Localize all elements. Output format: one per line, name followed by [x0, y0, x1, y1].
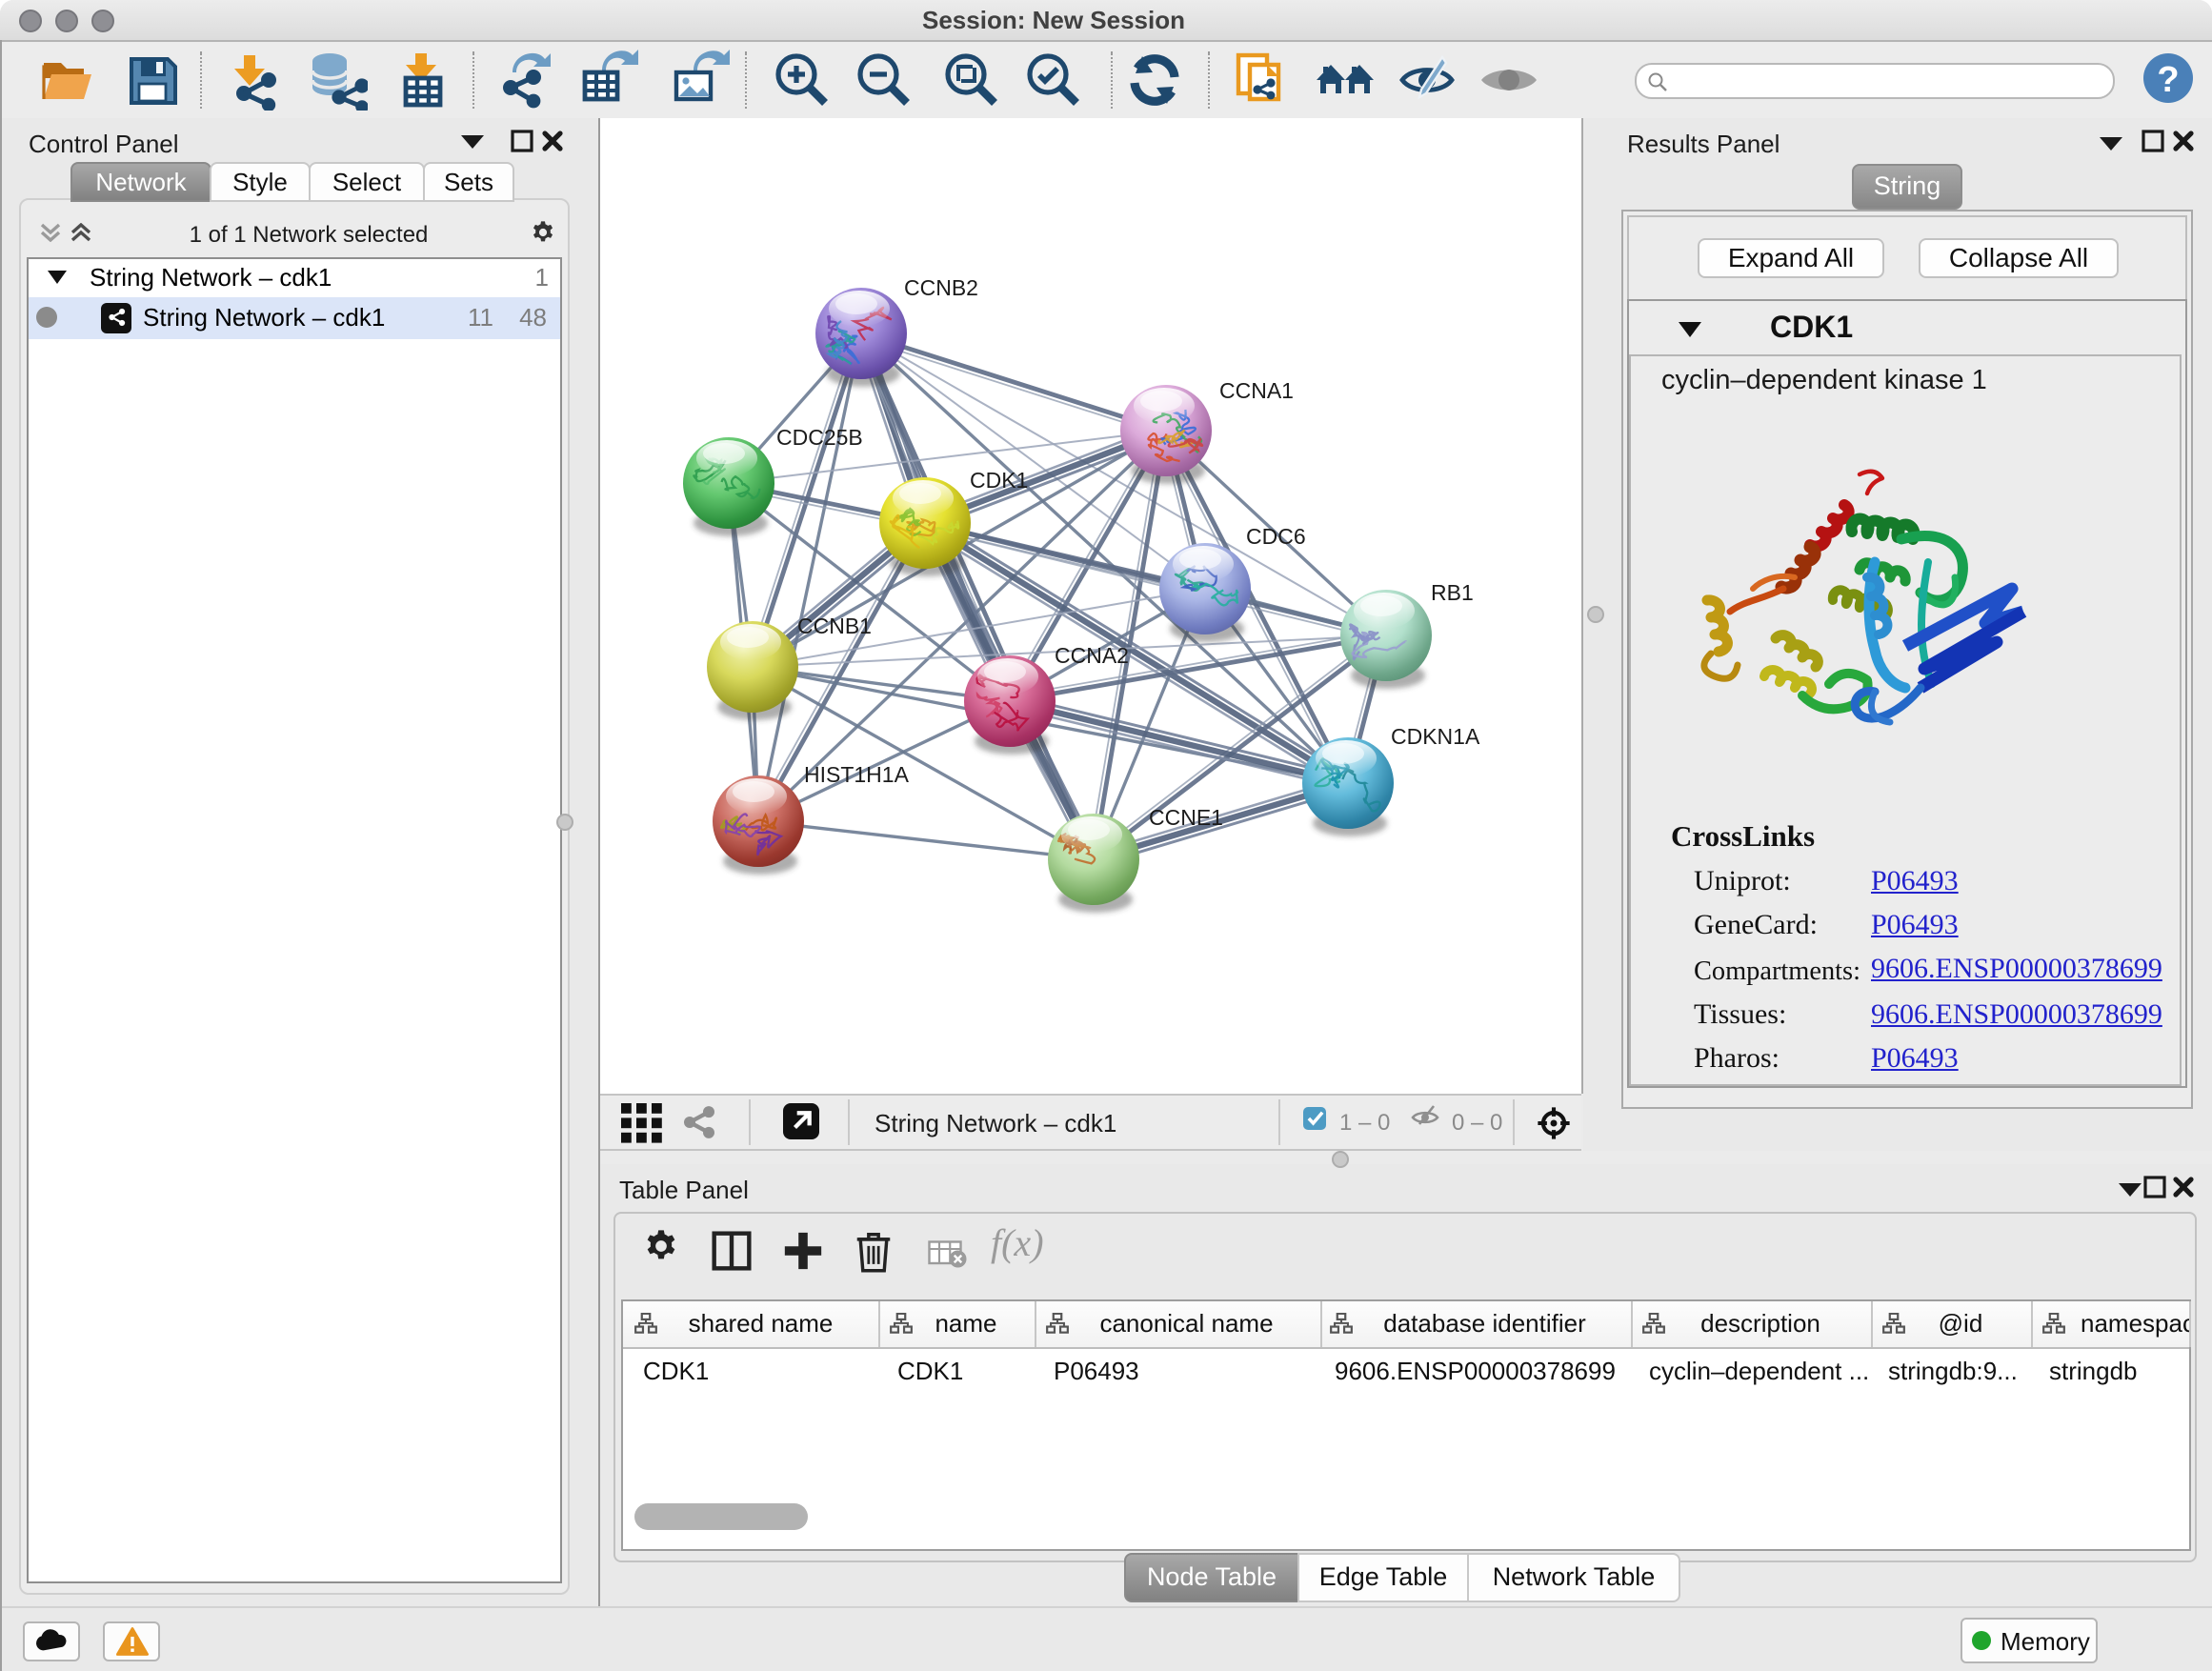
svg-text:CCNA2: CCNA2: [1055, 643, 1129, 668]
svg-text:HIST1H1A: HIST1H1A: [804, 762, 910, 787]
svg-text:CDK1: CDK1: [970, 468, 1028, 493]
svg-text:CDC6: CDC6: [1246, 524, 1306, 549]
svg-text:CDKN1A: CDKN1A: [1391, 724, 1480, 749]
svg-text:RB1: RB1: [1431, 580, 1474, 605]
svg-text:CCNA1: CCNA1: [1219, 378, 1294, 403]
svg-text:CCNB1: CCNB1: [797, 614, 872, 638]
svg-text:?: ?: [2157, 60, 2179, 100]
svg-text:CCNE1: CCNE1: [1149, 805, 1223, 830]
svg-text:CDC25B: CDC25B: [776, 425, 863, 450]
svg-text:CCNB2: CCNB2: [904, 275, 978, 300]
